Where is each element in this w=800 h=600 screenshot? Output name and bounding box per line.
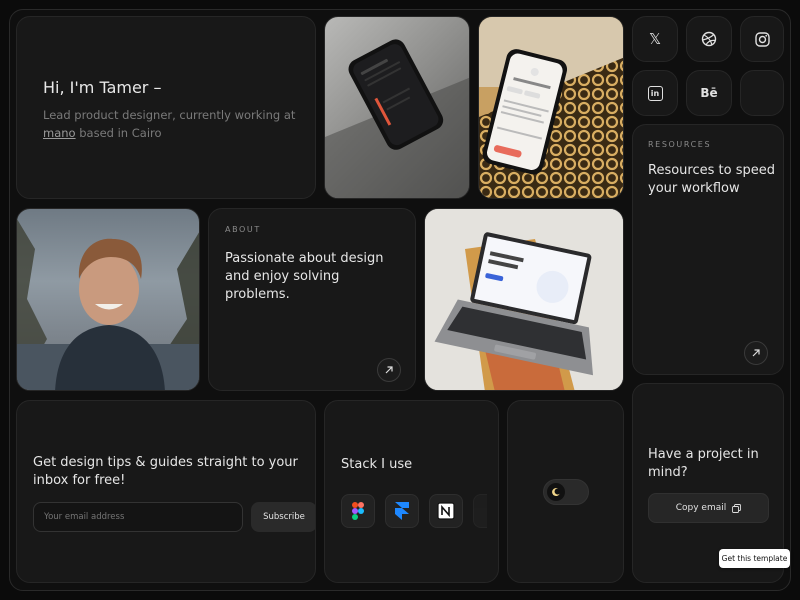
arrow-up-right-icon <box>752 349 760 357</box>
intro-card: Hi, I'm Tamer – Lead product designer, c… <box>16 16 316 199</box>
framer-icon <box>395 502 409 520</box>
resources-eyebrow: RESOURCES <box>648 140 712 149</box>
newsletter-title: Get design tips & guides straight to you… <box>33 455 298 488</box>
laptop-illustration <box>425 209 623 390</box>
instagram-social-link[interactable] <box>740 16 784 62</box>
project-title: Have a project in mind? <box>648 447 759 480</box>
about-card[interactable]: ABOUT Passionate about design and enjoy … <box>208 208 416 391</box>
behance-social-link[interactable]: Bē <box>686 70 732 116</box>
copy-icon <box>732 503 742 513</box>
moon-icon <box>552 488 560 497</box>
newsletter-card: Get design tips & guides straight to you… <box>16 400 316 583</box>
about-text: Passionate about design and enjoy solvin… <box>225 251 384 302</box>
laptop-photo <box>424 208 624 391</box>
copy-email-label: Copy email <box>675 503 727 513</box>
copy-email-button[interactable]: Copy email <box>648 493 769 523</box>
toggle-knob <box>547 483 565 501</box>
company-link[interactable]: mano <box>43 126 76 140</box>
intro-description: Lead product designer, currently working… <box>43 106 303 142</box>
stack-title: Stack I use <box>341 457 413 472</box>
intro-line2: based in Cairo <box>75 126 162 140</box>
portrait-illustration <box>17 219 199 390</box>
figma-icon <box>352 502 364 520</box>
linkedin-social-link[interactable]: in <box>632 70 678 116</box>
email-input[interactable] <box>33 502 243 532</box>
linkedin-glyph: in <box>650 88 660 98</box>
intro-greeting: Hi, I'm Tamer – <box>43 78 162 97</box>
x-social-link[interactable]: 𝕏 <box>632 16 678 62</box>
linkedin-icon: in <box>647 85 663 101</box>
subscribe-button[interactable]: Subscribe <box>251 502 315 532</box>
portrait-photo <box>16 208 200 391</box>
resources-card[interactable]: RESOURCES Resources to speed your workfl… <box>632 124 784 375</box>
resources-arrow-button[interactable] <box>744 341 768 365</box>
phone-dark-photo <box>324 16 470 199</box>
resources-text: Resources to speed your workflow <box>648 163 775 196</box>
get-template-button[interactable]: Get this template <box>719 549 790 568</box>
behance-icon: Bē <box>700 86 718 100</box>
dribbble-icon <box>701 31 717 47</box>
instagram-icon <box>754 31 770 47</box>
phone-dark-illustration <box>325 39 469 198</box>
framer-tool-tile[interactable] <box>385 494 419 528</box>
notion-icon <box>437 502 455 520</box>
arrow-up-right-icon <box>385 366 393 374</box>
theme-toggle[interactable] <box>543 479 589 505</box>
more-tool-tile <box>473 494 487 528</box>
theme-toggle-card <box>507 400 624 583</box>
notion-tool-tile[interactable] <box>429 494 463 528</box>
phone-rattan-illustration <box>479 17 623 198</box>
stack-card: Stack I use <box>324 400 499 583</box>
x-icon: 𝕏 <box>648 30 662 48</box>
phone-rattan-photo <box>478 16 624 199</box>
about-arrow-button[interactable] <box>377 358 401 382</box>
empty-social-slot <box>740 70 784 116</box>
dribbble-social-link[interactable] <box>686 16 732 62</box>
figma-tool-tile[interactable] <box>341 494 375 528</box>
about-eyebrow: ABOUT <box>225 225 261 234</box>
intro-line1: Lead product designer, currently working… <box>43 108 296 122</box>
